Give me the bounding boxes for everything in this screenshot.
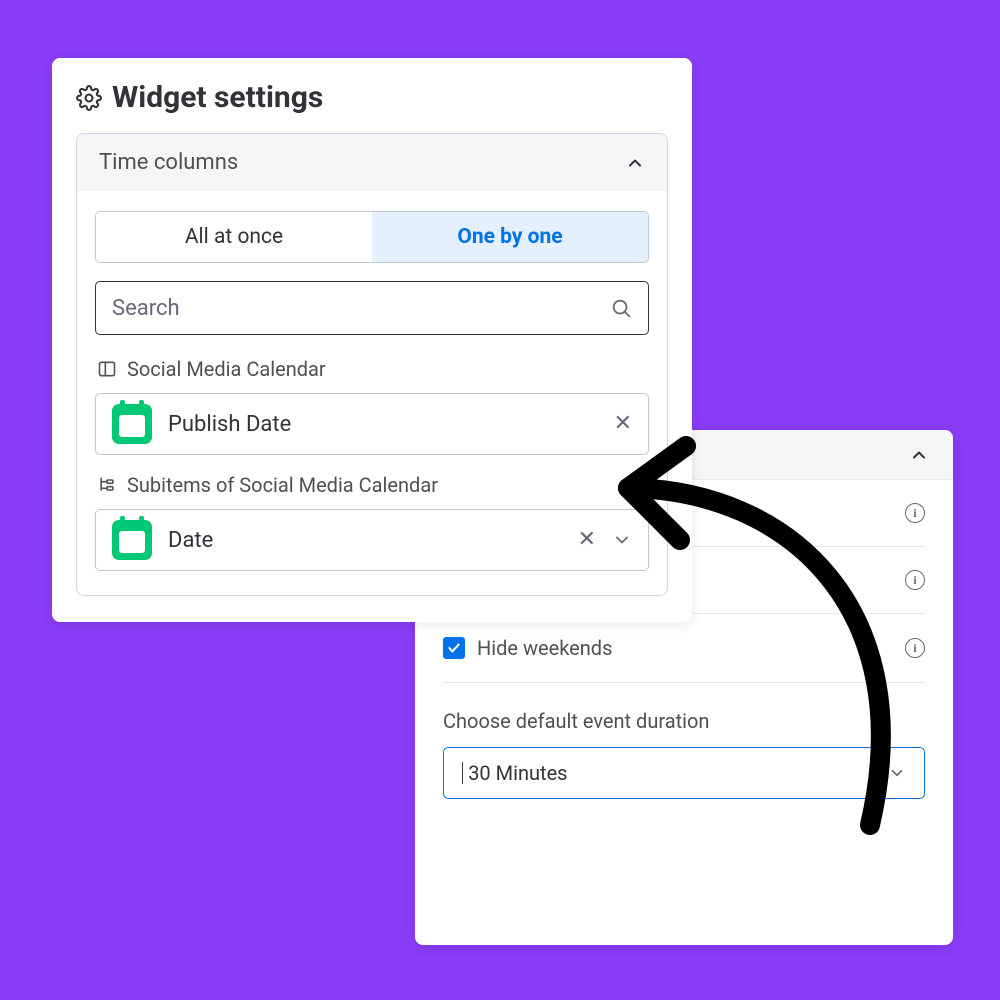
option-row-hide-weekends: Hide weekends i: [443, 614, 925, 683]
column-chip-publish-date[interactable]: Publish Date ✕: [95, 393, 649, 455]
info-icon[interactable]: i: [905, 570, 925, 590]
subitems-icon: [97, 475, 117, 495]
remove-column-button[interactable]: ✕: [614, 413, 632, 435]
section-title: Time columns: [99, 150, 238, 175]
time-columns-section: Time columns All at once One by one Sear…: [76, 133, 668, 596]
info-icon[interactable]: i: [905, 638, 925, 658]
hide-weekends-checkbox[interactable]: [443, 637, 465, 659]
column-chip-date[interactable]: Date ✕: [95, 509, 649, 571]
calendar-icon: [112, 520, 152, 560]
chevron-up-icon[interactable]: [909, 445, 929, 465]
gear-icon: [76, 85, 102, 111]
search-input[interactable]: Search: [95, 281, 649, 335]
default-duration-value: 30 Minutes: [468, 761, 567, 785]
mode-toggle: All at once One by one: [95, 211, 649, 263]
default-duration-select[interactable]: 30 Minutes: [443, 747, 925, 799]
toggle-all-at-once[interactable]: All at once: [96, 212, 372, 262]
board-group-label: Social Media Calendar: [97, 357, 649, 381]
board-group-label: Subitems of Social Media Calendar: [97, 473, 649, 497]
widget-settings-panel: Widget settings Time columns All at once…: [52, 58, 692, 622]
toggle-one-by-one[interactable]: One by one: [372, 212, 648, 262]
board-name: Subitems of Social Media Calendar: [127, 473, 438, 497]
search-placeholder: Search: [112, 296, 180, 321]
chevron-up-icon: [625, 153, 645, 173]
chevron-down-icon[interactable]: [612, 530, 632, 550]
column-name: Publish Date: [168, 412, 291, 437]
search-icon: [610, 297, 632, 319]
panel-title: Widget settings: [112, 80, 323, 115]
calendar-icon: [112, 404, 152, 444]
remove-column-button[interactable]: ✕: [578, 529, 596, 551]
hide-weekends-label: Hide weekends: [477, 636, 612, 660]
info-icon[interactable]: i: [905, 503, 925, 523]
text-cursor: [462, 762, 463, 784]
default-duration-label: Choose default event duration: [443, 707, 925, 733]
section-header[interactable]: Time columns: [77, 134, 667, 191]
board-icon: [97, 359, 117, 379]
board-name: Social Media Calendar: [127, 357, 326, 381]
column-name: Date: [168, 528, 213, 553]
chevron-down-icon: [888, 764, 906, 782]
